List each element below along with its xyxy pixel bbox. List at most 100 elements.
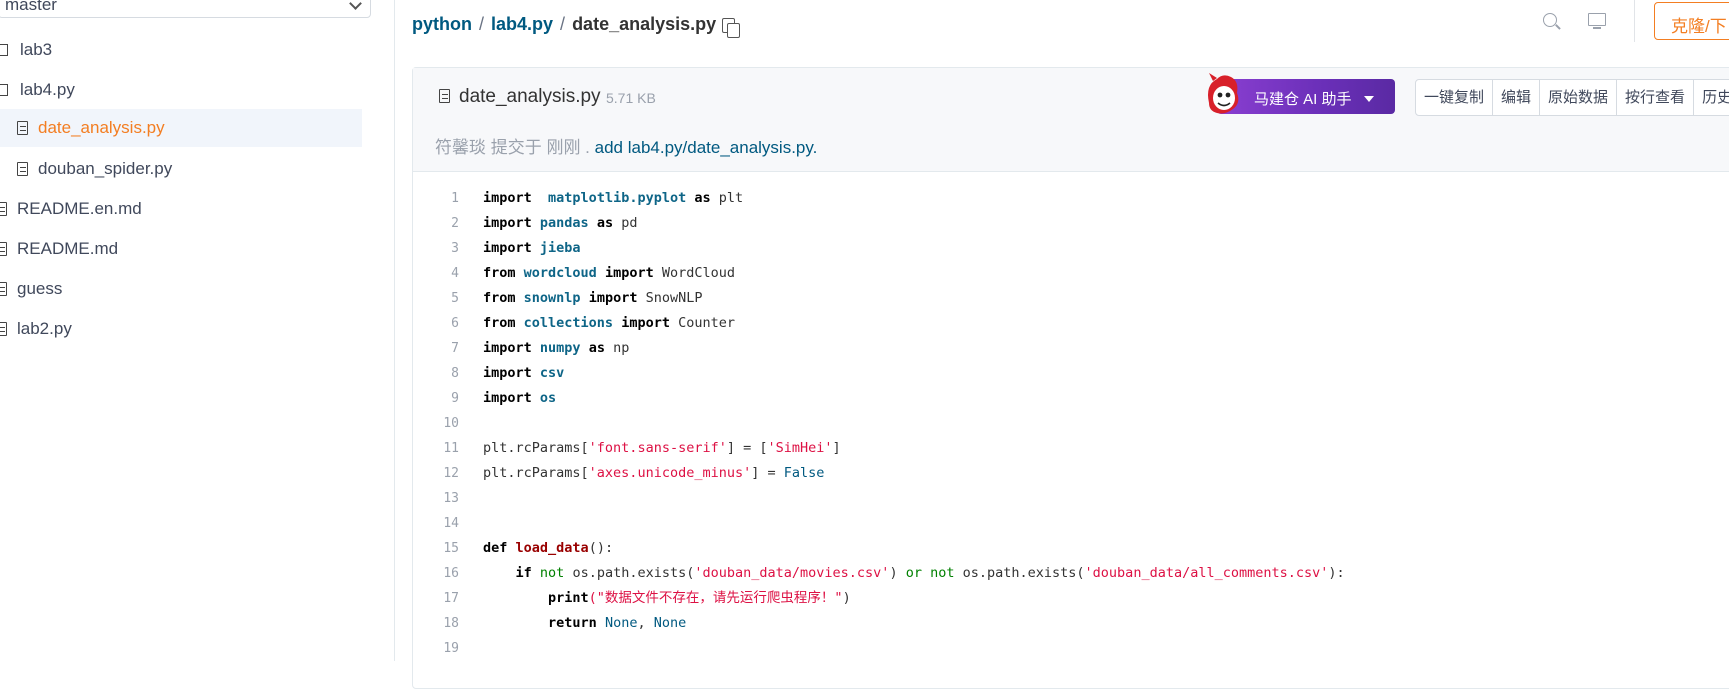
history-button[interactable]: 历史	[1694, 80, 1729, 115]
tree-item-label: date_analysis.py	[38, 118, 165, 137]
tree-item-lab2[interactable]: lab2.py	[0, 310, 356, 348]
branch-select[interactable]: master	[0, 0, 371, 18]
code-token: as	[580, 340, 605, 356]
commit-message-link[interactable]: add lab4.py/date_analysis.py.	[595, 138, 818, 157]
breadcrumb-repo-link[interactable]: python	[412, 14, 472, 35]
mascot-icon	[1208, 73, 1239, 114]
code-token: from	[483, 265, 516, 281]
tree-item-readme-en[interactable]: README.en.md	[0, 190, 356, 228]
line-number[interactable]: 18	[413, 611, 459, 636]
code-token: import	[483, 240, 532, 256]
code-token: import	[483, 340, 532, 356]
raw-button[interactable]: 原始数据	[1540, 80, 1618, 115]
code-line: 8 import csv	[413, 361, 1729, 386]
line-number[interactable]: 1	[413, 186, 459, 211]
code-token: plt	[710, 190, 744, 206]
line-number[interactable]: 5	[413, 286, 459, 311]
line-content	[459, 486, 483, 511]
code-line: 3 import jieba	[413, 236, 1729, 261]
clone-download-button[interactable]: 克隆/下	[1654, 2, 1729, 40]
copy-all-button[interactable]: 一键复制	[1416, 80, 1494, 115]
line-number[interactable]: 3	[413, 236, 459, 261]
edit-button[interactable]: 编辑	[1493, 80, 1541, 115]
tree-item-lab4[interactable]: lab4.py	[0, 71, 360, 109]
file-icon	[0, 322, 7, 336]
commit-info: 符馨琰 提交于 刚刚 . add lab4.py/date_analysis.p…	[435, 133, 817, 158]
line-number[interactable]: 10	[413, 411, 459, 436]
line-number[interactable]: 12	[413, 461, 459, 486]
line-content	[459, 411, 483, 436]
header-divider	[1634, 0, 1635, 42]
line-number[interactable]: 13	[413, 486, 459, 511]
code-token: 'douban_data/movies.csv'	[694, 565, 890, 581]
tree-item-readme[interactable]: README.md	[0, 230, 356, 268]
code-token: os.path.exists(	[564, 565, 695, 581]
tree-item-label: lab3	[20, 40, 53, 59]
line-number[interactable]: 17	[413, 586, 459, 611]
line-number[interactable]: 4	[413, 261, 459, 286]
code-token: 'font.sans-serif'	[588, 440, 727, 456]
ai-assistant-button[interactable]: 马建仓 AI 助手	[1208, 73, 1395, 114]
line-content: import pandas as pd	[459, 211, 637, 236]
code-token: from	[483, 315, 516, 331]
file-icon	[439, 89, 460, 103]
line-number[interactable]: 19	[413, 636, 459, 661]
line-content: import os	[459, 386, 556, 411]
code-line: 13	[413, 486, 1729, 511]
code-line: 16 if not os.path.exists('douban_data/mo…	[413, 561, 1729, 586]
code-line: 17 print("数据文件不存在，请先运行爬虫程序！")	[413, 586, 1729, 611]
code-line: 18 return None, None	[413, 611, 1729, 636]
code-token: not	[539, 565, 565, 581]
line-number[interactable]: 15	[413, 536, 459, 561]
code-token: not	[930, 565, 955, 581]
tree-item-guess[interactable]: guess	[0, 270, 356, 308]
tree-item-label: README.en.md	[17, 199, 142, 218]
code-token: csv	[539, 365, 565, 381]
file-viewer-panel: date_analysis.py 5.71 KB 马建仓 AI 助手 一键复制 …	[412, 67, 1729, 689]
tree-item-label: douban_spider.py	[38, 159, 173, 178]
tree-item-lab3[interactable]: lab3	[0, 31, 360, 69]
line-content: print("数据文件不存在，请先运行爬虫程序！")	[459, 586, 851, 611]
line-number[interactable]: 14	[413, 511, 459, 536]
code-token: import	[580, 290, 638, 306]
file-name: date_analysis.py	[459, 86, 601, 107]
line-number[interactable]: 9	[413, 386, 459, 411]
code-token: import	[613, 315, 670, 331]
tree-item-date-analysis[interactable]: date_analysis.py	[0, 109, 362, 147]
blame-button[interactable]: 按行查看	[1617, 80, 1695, 115]
code-token: )	[889, 565, 906, 581]
file-action-group: 一键复制 编辑 原始数据 按行查看 历史	[1415, 79, 1729, 116]
line-number[interactable]: 2	[413, 211, 459, 236]
search-icon[interactable]	[1543, 13, 1557, 27]
code-token: os.path.exists(	[954, 565, 1085, 581]
copy-path-icon[interactable]	[722, 18, 740, 38]
tree-item-douban-spider[interactable]: douban_spider.py	[17, 150, 357, 188]
line-number[interactable]: 11	[413, 436, 459, 461]
line-number[interactable]: 8	[413, 361, 459, 386]
monitor-icon[interactable]	[1588, 13, 1606, 29]
code-token: snownlp	[523, 290, 581, 306]
file-size: 5.71 KB	[606, 90, 656, 106]
code-line: 1 import matplotlib.pyplot as plt	[413, 186, 1729, 211]
code-line: 12 plt.rcParams['axes.unicode_minus'] = F…	[413, 461, 1729, 486]
line-number[interactable]: 7	[413, 336, 459, 361]
line-number[interactable]: 6	[413, 311, 459, 336]
code-token: Counter	[669, 315, 735, 331]
line-number[interactable]: 16	[413, 561, 459, 586]
line-content: from wordcloud import WordCloud	[459, 261, 735, 286]
line-content: import numpy as np	[459, 336, 629, 361]
breadcrumb-folder-link[interactable]: lab4.py	[491, 14, 553, 35]
code-token: load_data	[515, 540, 589, 556]
code-line: 2 import pandas as pd	[413, 211, 1729, 236]
code-line: 15 def load_data():	[413, 536, 1729, 561]
commit-prefix: 符馨琰 提交于 刚刚 .	[435, 138, 595, 157]
code-token: 'axes.unicode_minus'	[588, 465, 752, 481]
code-line: 9 import os	[413, 386, 1729, 411]
